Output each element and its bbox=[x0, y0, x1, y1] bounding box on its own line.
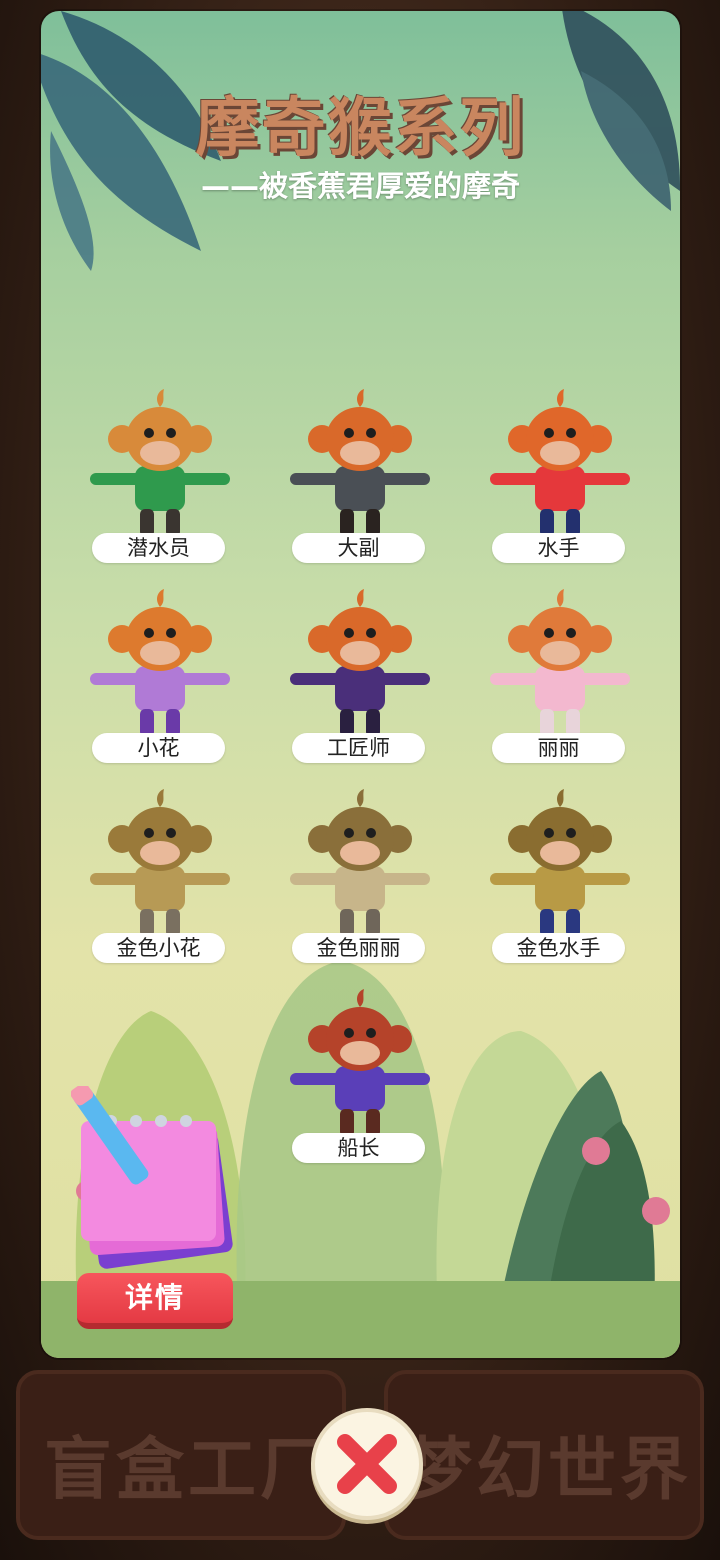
figure-card[interactable]: 船长 bbox=[280, 981, 440, 1163]
figure-card[interactable]: 水手 bbox=[480, 381, 640, 563]
monkey-figure-icon bbox=[90, 589, 230, 737]
figure-card[interactable]: 工匠师 bbox=[280, 581, 440, 763]
figure-card[interactable]: 小花 bbox=[80, 581, 240, 763]
figure-name-label: 水手 bbox=[492, 533, 625, 563]
monkey-figure-icon bbox=[290, 989, 430, 1137]
monkey-figure-icon bbox=[490, 589, 630, 737]
figure-name-label: 小花 bbox=[92, 733, 225, 763]
figure-card[interactable]: 丽丽 bbox=[480, 581, 640, 763]
monkey-figure-icon bbox=[490, 389, 630, 537]
dream-world-label: 梦幻世界 bbox=[404, 1431, 693, 1510]
figure-name-label: 金色丽丽 bbox=[292, 933, 425, 963]
close-icon bbox=[337, 1434, 397, 1494]
monkey-figure-icon bbox=[90, 789, 230, 937]
series-title: 摩奇猴系列 bbox=[195, 92, 526, 166]
blind-box-factory-card: 盲盒工厂 bbox=[16, 1370, 346, 1540]
blind-box-factory-label: 盲盒工厂 bbox=[44, 1431, 333, 1510]
monkey-figure-icon bbox=[290, 589, 430, 737]
monkey-figure-icon bbox=[490, 789, 630, 937]
notebook-icon bbox=[71, 1086, 233, 1269]
figure-name-label: 金色水手 bbox=[492, 933, 625, 963]
figure-name-label: 工匠师 bbox=[292, 733, 425, 763]
monkey-figure-icon bbox=[290, 389, 430, 537]
detail-button[interactable]: 详情 bbox=[77, 1273, 233, 1329]
figure-card[interactable]: 潜水员 bbox=[80, 381, 240, 563]
figure-name-label: 船长 bbox=[292, 1133, 425, 1163]
figure-name-label: 丽丽 bbox=[492, 733, 625, 763]
figure-card[interactable]: 金色小花 bbox=[80, 781, 240, 963]
monkey-figure-icon bbox=[90, 389, 230, 537]
series-subtitle: ——被香蕉君厚爱的摩奇 bbox=[200, 169, 520, 203]
figure-card[interactable]: 大副 bbox=[280, 381, 440, 563]
figure-card[interactable]: 金色水手 bbox=[480, 781, 640, 963]
figure-name-label: 大副 bbox=[292, 533, 425, 563]
dream-world-card: 梦幻世界 bbox=[384, 1370, 704, 1540]
monkey-figure-icon bbox=[290, 789, 430, 937]
close-button[interactable] bbox=[311, 1408, 423, 1520]
figure-name-label: 潜水员 bbox=[92, 533, 225, 563]
series-modal: 摩奇猴系列 ——被香蕉君厚爱的摩奇 潜水员 大副 水手小花 工匠师 丽丽金色小花 金色丽丽… bbox=[41, 11, 680, 1358]
figure-card[interactable]: 金色丽丽 bbox=[280, 781, 440, 963]
figure-name-label: 金色小花 bbox=[92, 933, 225, 963]
